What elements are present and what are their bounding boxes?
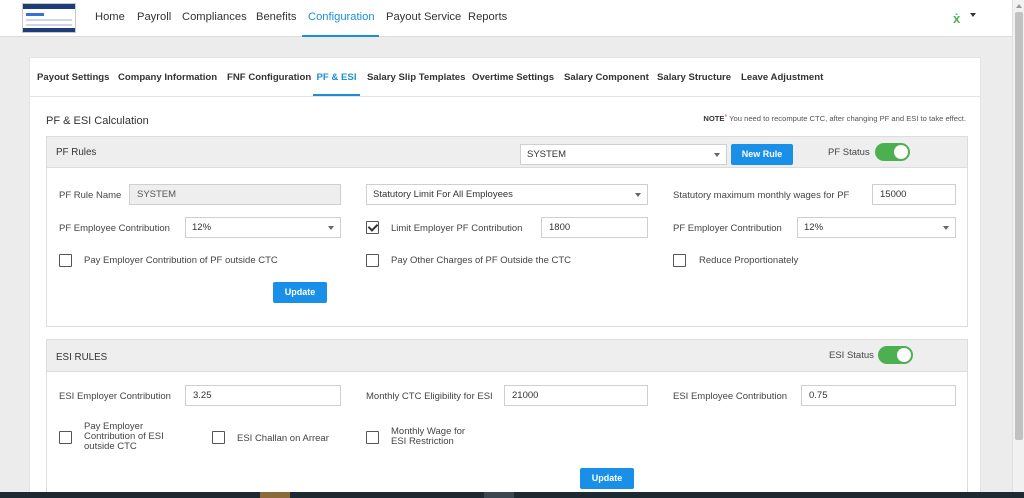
pf-employee-contribution-select[interactable]: 12%: [185, 217, 341, 238]
pf-rule-name-input[interactable]: SYSTEM: [129, 184, 341, 205]
pay-employer-esi-outside-ctc-label: Pay Employer Contribution of ESI outside C…: [84, 421, 164, 452]
tab-fnf-configuration[interactable]: FNF Configuration: [227, 58, 311, 96]
chevron-down-icon: [714, 153, 720, 157]
chevron-down-icon: [943, 226, 949, 230]
limit-employer-pf-input[interactable]: 1800: [541, 217, 648, 238]
pf-rule-name-label: PF Rule Name: [59, 190, 122, 201]
esi-challan-on-arrear-label: ESI Challan on Arrear: [237, 433, 329, 444]
esi-rules-panel: ESI RULES ESI Status ESI Employer Contri…: [46, 339, 968, 498]
scroll-thumb[interactable]: [1015, 12, 1023, 440]
statutory-limit-select[interactable]: Statutory Limit For All Employees: [366, 184, 648, 205]
pf-employer-contribution-label: PF Employer Contribution: [673, 223, 782, 234]
pf-status-toggle[interactable]: [875, 143, 910, 161]
chevron-down-icon: [328, 226, 334, 230]
pay-employer-pf-outside-ctc-label: Pay Employer Contribution of PF outside …: [84, 255, 278, 266]
pf-status-label: PF Status: [828, 147, 870, 158]
tab-salary-component[interactable]: Salary Component: [564, 58, 649, 96]
company-logo[interactable]: [22, 3, 76, 33]
pf-update-button[interactable]: Update: [273, 282, 327, 303]
nav-compliances[interactable]: Compliances: [182, 0, 247, 36]
new-rule-button[interactable]: New Rule: [731, 144, 793, 165]
tab-company-information[interactable]: Company Information: [118, 58, 217, 96]
monthly-ctc-eligibility-input[interactable]: 21000: [504, 385, 648, 406]
pf-rules-header: PF Rules SYSTEM New Rule PF Status: [47, 137, 967, 168]
limit-employer-pf-checkbox[interactable]: [366, 221, 379, 234]
pay-other-charges-checkbox[interactable]: [366, 254, 379, 267]
esi-status-label: ESI Status: [829, 350, 874, 361]
nav-configuration[interactable]: Configuration: [302, 0, 379, 37]
max-wages-label: Statutory maximum monthly wages for PF: [673, 190, 850, 201]
nav-payout-service[interactable]: Payout Service: [386, 0, 461, 36]
monthly-ctc-eligibility-label: Monthly CTC Eligibility for ESI: [366, 391, 493, 402]
monthly-wage-esi-restriction-checkbox[interactable]: [366, 431, 379, 444]
top-navbar: Home Payroll Compliances Benefits Config…: [0, 0, 1012, 37]
esi-employer-contribution-input[interactable]: 3.25: [185, 385, 341, 406]
esi-rules-title: ESI RULES: [56, 352, 108, 363]
nav-home[interactable]: Home: [95, 0, 125, 36]
esi-employee-contribution-input[interactable]: 0.75: [801, 385, 956, 406]
pf-employer-contribution-select[interactable]: 12%: [797, 217, 956, 238]
nav-payroll[interactable]: Payroll: [137, 0, 171, 36]
pf-rules-panel: PF Rules SYSTEM New Rule PF Status PF Ru…: [46, 136, 968, 327]
settings-card: Payout Settings Company Information FNF …: [29, 57, 981, 498]
limit-employer-pf-label: Limit Employer PF Contribution: [391, 223, 523, 234]
reduce-proportionately-label: Reduce Proportionately: [699, 255, 799, 266]
tab-divider: [30, 96, 980, 97]
pf-rules-title: PF Rules: [56, 147, 97, 158]
os-taskbar: [0, 492, 1024, 498]
nav-reports[interactable]: Reports: [468, 0, 507, 36]
page-scrollbar[interactable]: [1012, 0, 1024, 498]
max-wages-input[interactable]: 15000: [872, 184, 956, 205]
esi-employer-contribution-label: ESI Employer Contribution: [59, 391, 171, 402]
pay-employer-esi-outside-ctc-checkbox[interactable]: [59, 431, 72, 444]
tab-salary-slip-templates[interactable]: Salary Slip Templates: [367, 58, 465, 96]
pay-other-charges-label: Pay Other Charges of PF Outside the CTC: [391, 255, 572, 266]
scroll-up-arrow-icon[interactable]: [1016, 4, 1022, 8]
reduce-proportionately-checkbox[interactable]: [673, 254, 686, 267]
pf-employee-contribution-label: PF Employee Contribution: [59, 223, 170, 234]
pf-rule-select[interactable]: SYSTEM: [520, 144, 727, 165]
esi-status-toggle[interactable]: [878, 346, 913, 364]
page-title: PF & ESI Calculation: [46, 115, 149, 127]
esi-rules-header: ESI RULES ESI Status: [47, 340, 967, 372]
tab-overtime-settings[interactable]: Overtime Settings: [472, 58, 554, 96]
tab-pf-esi[interactable]: PF & ESI: [313, 58, 360, 96]
user-avatar-icon[interactable]: ẋ: [953, 11, 960, 26]
monthly-wage-esi-restriction-label: Monthly Wage for ESI Restriction: [391, 426, 466, 447]
recompute-note: NOTE* You need to recompute CTC, after c…: [703, 114, 966, 123]
tab-salary-structure[interactable]: Salary Structure: [657, 58, 731, 96]
tab-payout-settings[interactable]: Payout Settings: [37, 58, 110, 96]
esi-employee-contribution-label: ESI Employee Contribution: [673, 391, 788, 402]
user-menu-caret-icon[interactable]: [970, 13, 976, 17]
pay-employer-pf-outside-ctc-checkbox[interactable]: [59, 254, 72, 267]
esi-challan-on-arrear-checkbox[interactable]: [212, 431, 225, 444]
esi-update-button[interactable]: Update: [580, 468, 634, 489]
tab-leave-adjustment[interactable]: Leave Adjustment: [741, 58, 823, 96]
chevron-down-icon: [635, 193, 641, 197]
nav-benefits[interactable]: Benefits: [256, 0, 296, 36]
